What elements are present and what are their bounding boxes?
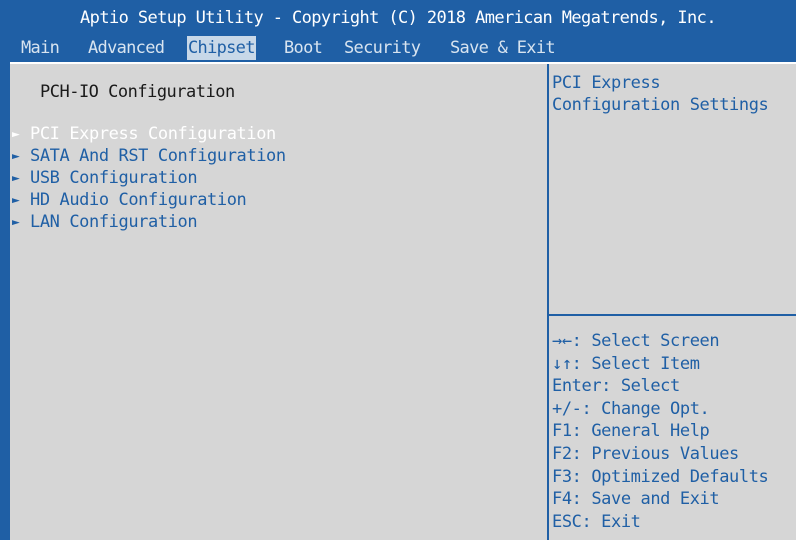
- help-description: PCI Express Configuration Settings: [552, 72, 769, 116]
- key-hint: F1: General Help: [552, 421, 710, 442]
- tab-boot[interactable]: Boot: [283, 36, 323, 60]
- key-hint: ESC: Exit: [552, 511, 641, 532]
- key-hint: Enter: Select: [552, 376, 680, 397]
- submenu-arrow-icon: ►: [12, 193, 20, 208]
- tab-save-exit[interactable]: Save & Exit: [449, 36, 556, 60]
- submenu-lan[interactable]: ► LAN Configuration: [12, 212, 198, 232]
- section-title: PCH-IO Configuration: [40, 82, 235, 102]
- submenu-hd-audio[interactable]: ► HD Audio Configuration: [12, 190, 247, 210]
- submenu-label: USB Configuration: [30, 168, 198, 188]
- submenu-label: HD Audio Configuration: [30, 190, 247, 210]
- settings-pane: PCH-IO Configuration ► PCI Express Config…: [12, 66, 547, 540]
- submenu-arrow-icon: ►: [12, 127, 20, 142]
- pane-divider-horizontal: [549, 314, 796, 316]
- window-title: Aptio Setup Utility - Copyright (C) 2018…: [80, 8, 717, 28]
- submenu-label: SATA And RST Configuration: [30, 146, 286, 166]
- key-hint: F3: Optimized Defaults: [552, 466, 769, 487]
- submenu-usb[interactable]: ► USB Configuration: [12, 168, 198, 188]
- submenu-sata-rst[interactable]: ► SATA And RST Configuration: [12, 146, 286, 166]
- key-hint: F4: Save and Exit: [552, 489, 720, 510]
- submenu-label: PCI Express Configuration: [30, 124, 276, 144]
- menu-bar: Main Advanced Chipset Boot Security Save…: [0, 36, 796, 60]
- help-line: PCI Express: [552, 73, 661, 93]
- submenu-arrow-icon: ►: [12, 215, 20, 230]
- tab-main[interactable]: Main: [20, 36, 60, 60]
- submenu-label: LAN Configuration: [30, 212, 198, 232]
- help-line: Configuration Settings: [552, 95, 769, 115]
- tab-chipset[interactable]: Chipset: [187, 36, 256, 60]
- submenu-arrow-icon: ►: [12, 171, 20, 186]
- tab-security[interactable]: Security: [343, 36, 421, 60]
- tab-advanced[interactable]: Advanced: [87, 36, 165, 60]
- key-legend: →←: Select Screen ↓↑: Select Item Enter:…: [552, 330, 769, 533]
- submenu-pci-express[interactable]: ► PCI Express Configuration: [12, 124, 276, 144]
- key-hint: F2: Previous Values: [552, 443, 739, 464]
- key-hint: →←: Select Screen: [552, 331, 720, 351]
- key-hint: +/-: Change Opt.: [552, 398, 710, 419]
- pane-divider-vertical: [547, 64, 549, 540]
- submenu-arrow-icon: ►: [12, 149, 20, 164]
- setup-panel: PCH-IO Configuration ► PCI Express Config…: [10, 62, 796, 540]
- key-hint: ↓↑: Select Item: [552, 353, 700, 374]
